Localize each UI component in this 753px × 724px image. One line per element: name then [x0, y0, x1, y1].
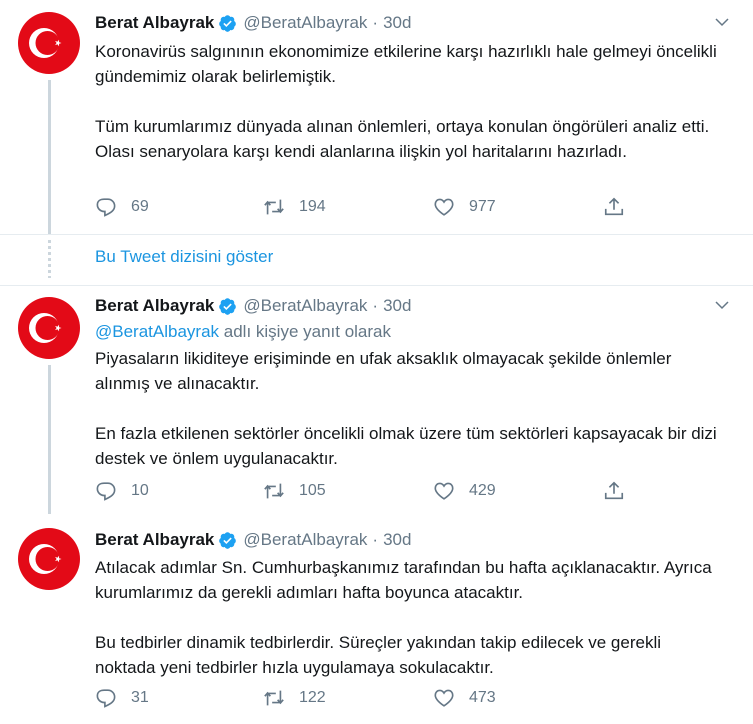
chevron-down-icon[interactable]: [713, 296, 731, 314]
avatar[interactable]: [18, 528, 80, 590]
reply-count: 69: [131, 198, 149, 215]
tweet-text: Piyasaların likiditeye erişiminde en ufa…: [95, 346, 725, 471]
reply-button[interactable]: 31: [95, 687, 149, 709]
tweet-paragraph: Piyasaların likiditeye erişiminde en ufa…: [95, 349, 672, 393]
reply-button[interactable]: 69: [95, 196, 149, 218]
verified-badge-icon: [219, 531, 237, 549]
like-count: 429: [469, 482, 496, 499]
tweet-2[interactable]: Berat Albayrak @BeratAlbayrak · 30d @Ber…: [0, 286, 753, 514]
retweet-count: 105: [299, 482, 326, 499]
tweet-header: Berat Albayrak @BeratAlbayrak · 30d: [95, 294, 411, 318]
thread-dots: [48, 240, 51, 278]
tweet-text: Atılacak adımlar Sn. Cumhurbaşkanımız ta…: [95, 555, 725, 680]
tweet-actions: 31 122 473: [95, 687, 635, 711]
share-icon: [604, 197, 624, 216]
reply-icon: [96, 198, 116, 217]
turkish-flag-icon: [18, 528, 80, 590]
reply-icon: [96, 689, 116, 708]
verified-badge-icon: [219, 14, 237, 32]
tweet-paragraph: En fazla etkilenen sektörler öncelikli o…: [95, 424, 717, 468]
share-button[interactable]: [603, 196, 625, 218]
retweet-button[interactable]: 194: [263, 196, 326, 218]
retweet-button[interactable]: 122: [263, 687, 326, 709]
thread-connector: [48, 365, 51, 514]
verified-badge-icon: [219, 297, 237, 315]
tweet-text: Koronavirüs salgınının ekonomimize etkil…: [95, 39, 725, 164]
author-handle[interactable]: @BeratAlbayrak: [243, 296, 367, 316]
reply-context-text: adlı kişiye yanıt olarak: [219, 322, 391, 341]
author-name[interactable]: Berat Albayrak: [95, 13, 214, 33]
tweet-header: Berat Albayrak @BeratAlbayrak · 30d: [95, 528, 411, 552]
tweet-3[interactable]: Berat Albayrak @BeratAlbayrak · 30d Atıl…: [0, 514, 753, 724]
share-icon: [604, 481, 624, 500]
retweet-count: 122: [299, 689, 326, 706]
tweet-paragraph: Bu tedbirler dinamik tedbirlerdir. Süreç…: [95, 633, 662, 677]
retweet-icon: [264, 199, 284, 215]
tweet-paragraph: Tüm kurumlarımız dünyada alınan önlemler…: [95, 117, 710, 161]
tweet-1[interactable]: Berat Albayrak @BeratAlbayrak · 30d Koro…: [0, 0, 753, 234]
reply-count: 31: [131, 689, 149, 706]
tweet-paragraph: Koronavirüs salgınının ekonomimize etkil…: [95, 42, 717, 86]
heart-icon: [434, 482, 454, 500]
like-button[interactable]: 429: [433, 480, 496, 502]
thread-connector: [48, 80, 51, 234]
separator-dot: ·: [372, 13, 379, 32]
retweet-icon: [264, 690, 284, 706]
like-count: 977: [469, 198, 496, 215]
avatar[interactable]: [18, 12, 80, 74]
like-count: 473: [469, 689, 496, 706]
author-name[interactable]: Berat Albayrak: [95, 530, 214, 550]
heart-icon: [434, 198, 454, 216]
reply-context: @BeratAlbayrak adlı kişiye yanıt olarak: [95, 320, 391, 344]
divider: [0, 234, 753, 235]
like-button[interactable]: 977: [433, 196, 496, 218]
show-thread-link[interactable]: Bu Tweet dizisini göster: [95, 247, 273, 267]
tweet-actions: 10 105 429: [95, 480, 635, 504]
reply-mention-link[interactable]: @BeratAlbayrak: [95, 322, 219, 341]
tweet-paragraph: Atılacak adımlar Sn. Cumhurbaşkanımız ta…: [95, 558, 712, 602]
separator-dot: ·: [372, 530, 379, 549]
timestamp[interactable]: 30d: [383, 530, 411, 550]
author-handle[interactable]: @BeratAlbayrak: [243, 13, 367, 33]
separator-dot: ·: [372, 296, 379, 315]
turkish-flag-icon: [18, 12, 80, 74]
tweet-actions: 69 194 977: [95, 196, 635, 220]
timestamp[interactable]: 30d: [383, 13, 411, 33]
tweet-header: Berat Albayrak @BeratAlbayrak · 30d: [95, 11, 411, 35]
avatar[interactable]: [18, 297, 80, 359]
retweet-button[interactable]: 105: [263, 480, 326, 502]
chevron-down-icon[interactable]: [713, 13, 731, 31]
author-name[interactable]: Berat Albayrak: [95, 296, 214, 316]
reply-button[interactable]: 10: [95, 480, 149, 502]
author-handle[interactable]: @BeratAlbayrak: [243, 530, 367, 550]
turkish-flag-icon: [18, 297, 80, 359]
retweet-count: 194: [299, 198, 326, 215]
like-button[interactable]: 473: [433, 687, 496, 709]
timestamp[interactable]: 30d: [383, 296, 411, 316]
share-button[interactable]: [603, 480, 625, 502]
reply-icon: [96, 482, 116, 501]
reply-count: 10: [131, 482, 149, 499]
retweet-icon: [264, 483, 284, 499]
heart-icon: [434, 689, 454, 707]
